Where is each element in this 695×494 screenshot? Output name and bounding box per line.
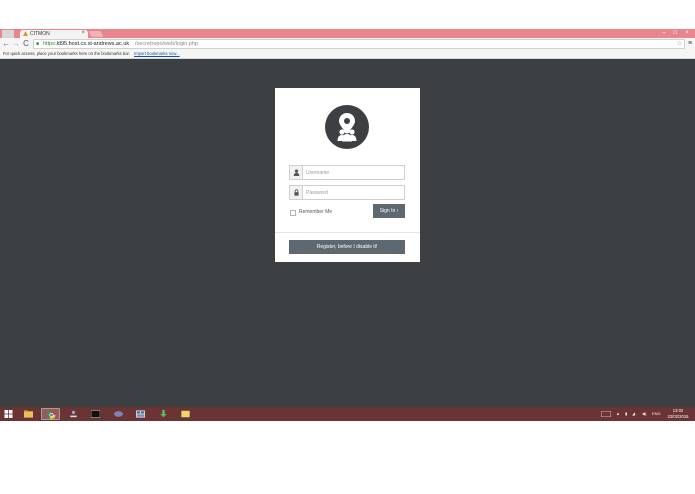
browser-toolbar: ← → C ■ https:// cl95.host.cs.st-andrews… xyxy=(0,38,695,50)
tray-overflow-button[interactable]: ▲ xyxy=(616,407,620,421)
password-field xyxy=(289,185,405,200)
browser-menu-button[interactable]: ≡ xyxy=(685,39,695,49)
taskbar-notes-app[interactable] xyxy=(176,408,195,420)
sign-in-button[interactable]: Sign In › xyxy=(373,204,405,218)
volume-icon[interactable]: ◀) xyxy=(642,407,646,421)
user-icon xyxy=(293,169,300,176)
network-icon xyxy=(70,410,77,418)
favicon-icon xyxy=(23,31,28,36)
taskbar-terminal[interactable] xyxy=(86,408,105,420)
tab-close-icon[interactable]: × xyxy=(81,30,85,37)
reload-button[interactable]: C xyxy=(21,39,31,49)
lock-icon: ■ xyxy=(36,41,40,47)
clock-date: 22/02/2015 xyxy=(667,413,689,419)
terminal-icon xyxy=(91,410,100,418)
bookmarks-hint: For quick access, place your bookmarks h… xyxy=(3,51,130,56)
bookmarks-bar: For quick access, place your bookmarks h… xyxy=(0,50,695,59)
logo xyxy=(325,105,369,149)
address-bar[interactable]: ■ https:// cl95.host.cs.st-andrews.ac.uk… xyxy=(33,39,685,49)
url-path: /secretrepo/web/login.php xyxy=(135,41,198,47)
taskbar: ▲ ▮ ◢ ◀) ENG 13:02 22/02/2015 xyxy=(0,407,695,421)
user-menu-icon[interactable] xyxy=(2,30,14,38)
browser-tab-bar: CITMON × – □ × xyxy=(0,29,695,38)
taskbar-chrome[interactable] xyxy=(41,408,60,420)
forward-button[interactable]: → xyxy=(11,39,21,49)
username-addon xyxy=(290,166,303,179)
keyboard-icon[interactable] xyxy=(600,407,612,421)
password-input[interactable] xyxy=(306,188,402,197)
import-bookmarks-link[interactable]: Import bookmarks now... xyxy=(134,51,180,56)
remember-me[interactable]: Remember Me xyxy=(290,209,332,217)
remember-me-checkbox[interactable] xyxy=(290,209,296,216)
chrome-icon xyxy=(47,411,56,419)
maximize-button[interactable]: □ xyxy=(670,29,680,37)
page-content: Remember Me Sign In › Register, before I… xyxy=(0,59,695,407)
signal-icon[interactable]: ◢ xyxy=(632,407,635,421)
taskbar-download-app[interactable] xyxy=(154,408,173,420)
taskbar-window-manager[interactable] xyxy=(131,408,150,420)
php-icon xyxy=(114,411,123,417)
taskbar-php-app[interactable] xyxy=(109,408,128,420)
remember-me-label: Remember Me xyxy=(299,209,333,215)
new-tab-button[interactable] xyxy=(88,31,104,37)
password-addon xyxy=(290,186,303,199)
notes-icon xyxy=(181,410,190,418)
taskbar-clock[interactable]: 13:02 22/02/2015 xyxy=(666,408,690,419)
tab-citmon[interactable]: CITMON × xyxy=(20,30,88,38)
keyboard-glyph-icon xyxy=(600,410,612,418)
card-divider xyxy=(275,232,420,233)
folder-icon xyxy=(24,410,33,418)
lock-icon xyxy=(294,189,299,196)
screen: CITMON × – □ × ← → C ■ https:// cl95.hos… xyxy=(0,29,695,421)
back-button[interactable]: ← xyxy=(1,39,11,49)
username-field xyxy=(289,165,405,180)
taskbar-network-app[interactable] xyxy=(64,408,83,420)
download-icon xyxy=(160,410,167,418)
tab-title: CITMON xyxy=(30,31,50,37)
battery-icon[interactable]: ▮ xyxy=(625,407,627,421)
register-button[interactable]: Register, before I disable it! xyxy=(289,240,405,254)
windows-grid-icon xyxy=(136,410,145,418)
start-button[interactable] xyxy=(2,408,15,420)
language-indicator[interactable]: ENG xyxy=(652,407,661,421)
minimize-button[interactable]: – xyxy=(659,29,669,37)
username-input[interactable] xyxy=(306,168,402,177)
login-card: Remember Me Sign In › Register, before I… xyxy=(275,88,420,262)
taskbar-file-explorer[interactable] xyxy=(19,408,38,420)
bookmark-star-icon[interactable]: ☆ xyxy=(677,40,682,48)
location-group-icon xyxy=(337,113,357,142)
close-window-button[interactable]: × xyxy=(682,29,692,37)
windows-logo-icon xyxy=(4,410,13,418)
url-host: cl95.host.cs.st-andrews.ac.uk xyxy=(57,41,130,47)
